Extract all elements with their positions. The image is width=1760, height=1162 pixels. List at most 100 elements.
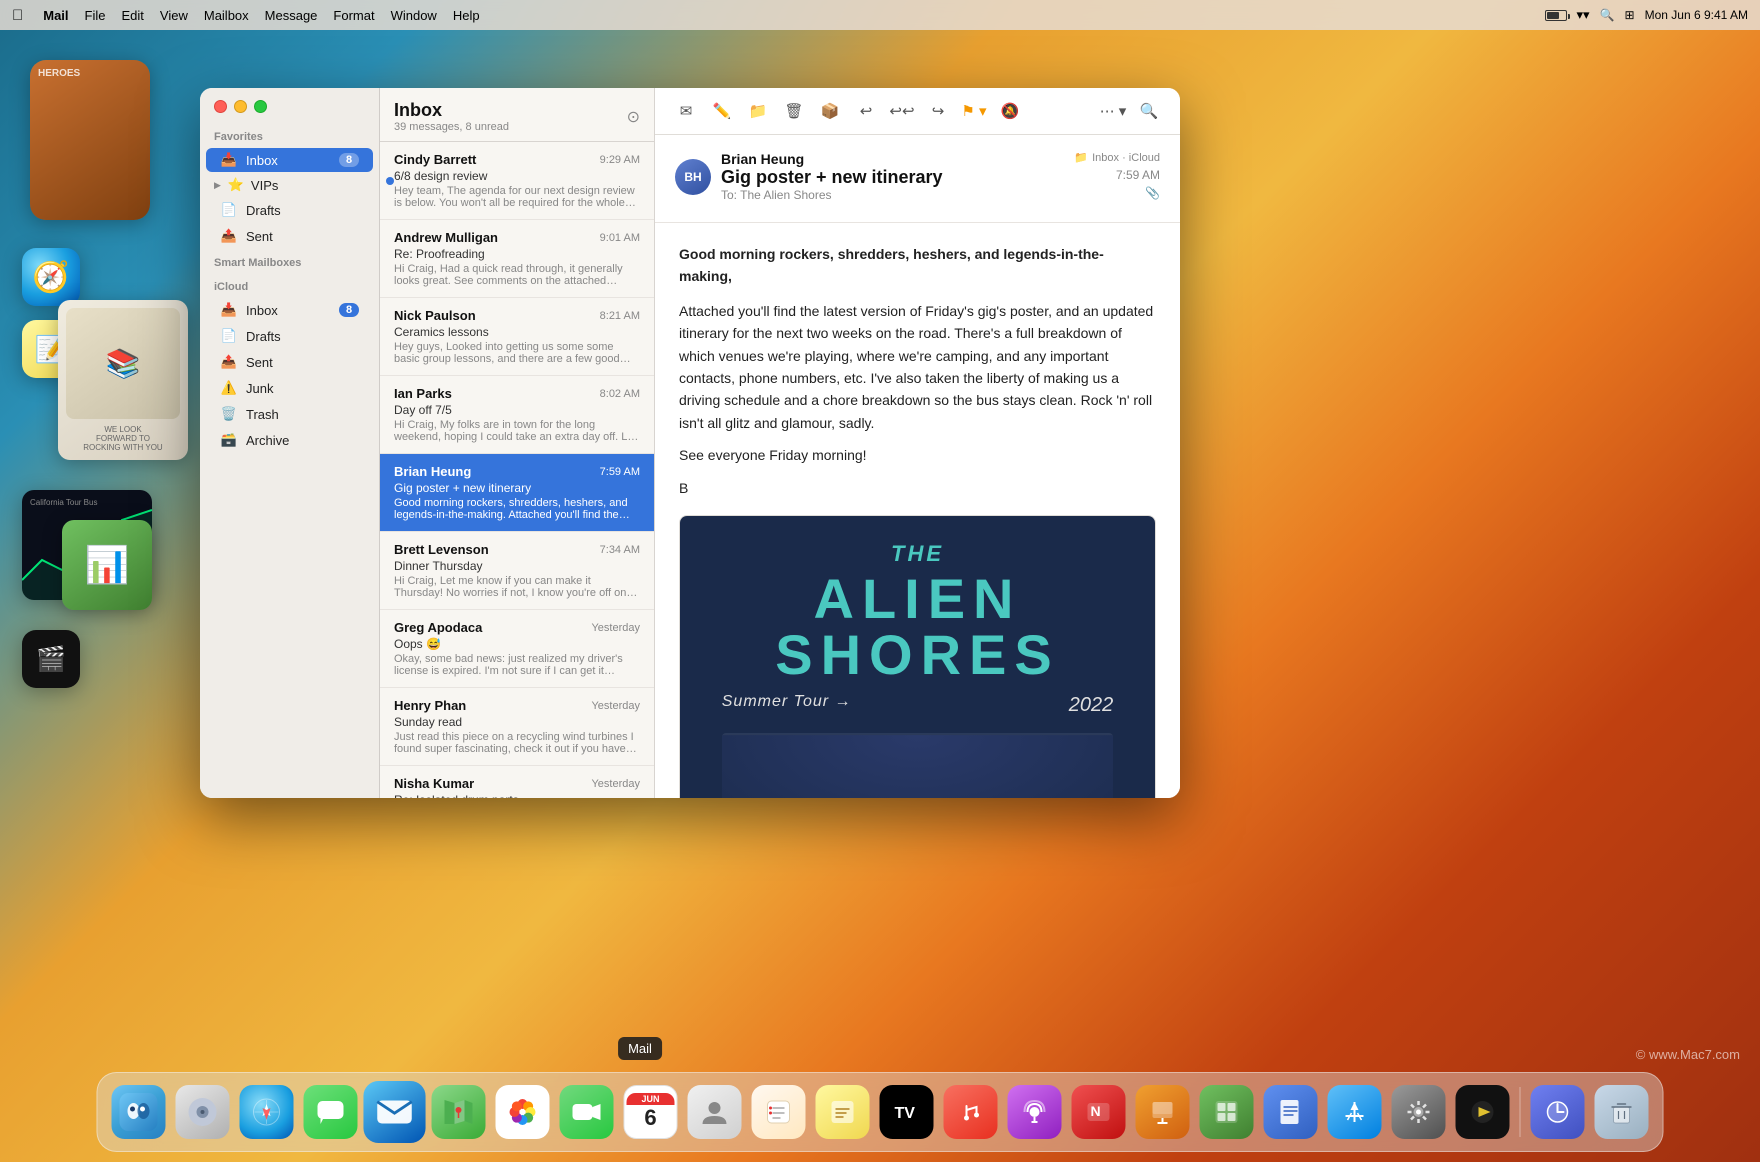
mute-button[interactable]: 🔕 xyxy=(995,96,1025,126)
dock-item-news[interactable]: N xyxy=(1070,1083,1128,1141)
msg-header: Nisha Kumar Yesterday xyxy=(394,776,640,791)
desktop-safari-app[interactable]: 🧭 xyxy=(22,248,80,306)
battery-icon xyxy=(1545,10,1567,21)
message-item-cindy[interactable]: Cindy Barrett 9:29 AM 6/8 design review … xyxy=(380,142,654,220)
dock-item-photos[interactable] xyxy=(494,1083,552,1141)
dock-item-contacts[interactable] xyxy=(686,1083,744,1141)
desktop-heroes-app[interactable]: HEROES xyxy=(30,60,150,220)
message-item-henry[interactable]: Henry Phan Yesterday Sunday read Just re… xyxy=(380,688,654,766)
archive-button[interactable]: 📦 xyxy=(815,96,845,126)
compose-button[interactable]: ✏️ xyxy=(707,96,737,126)
dock-item-pages[interactable] xyxy=(1262,1083,1320,1141)
email-mailbox-label: 📁 Inbox · iCloud xyxy=(1074,151,1160,164)
msg-sender: Nisha Kumar xyxy=(394,776,474,791)
message-item-nisha[interactable]: Nisha Kumar Yesterday Re: Isolated drum … xyxy=(380,766,654,798)
delete-button[interactable]: 🗑 xyxy=(779,96,809,126)
dock-item-facetime[interactable] xyxy=(558,1083,616,1141)
desktop-finalcut-app[interactable]: 🎬 xyxy=(22,630,80,688)
close-button[interactable] xyxy=(214,100,227,113)
sidebar-item-drafts-favorites[interactable]: 📄 Drafts xyxy=(206,198,373,222)
desktop-book-app[interactable]: 📚 WE LOOKFORWARD TOROCKING WITH YOU xyxy=(58,300,188,460)
menubar-message[interactable]: Message xyxy=(265,8,318,23)
dock-item-calendar[interactable]: JUN 6 xyxy=(622,1083,680,1141)
icloud-inbox-badge: 8 xyxy=(339,303,359,317)
search-icon[interactable]: 🔍 xyxy=(1600,8,1615,22)
msg-header: Nick Paulson 8:21 AM xyxy=(394,308,640,323)
msg-header: Andrew Mulligan 9:01 AM xyxy=(394,230,640,245)
menubar-window[interactable]: Window xyxy=(391,8,437,23)
msg-time: 9:01 AM xyxy=(600,232,640,244)
dock-item-maps[interactable] xyxy=(430,1083,488,1141)
sidebar-item-icloud-archive[interactable]: 🗃️ Archive xyxy=(206,428,373,452)
sidebar-item-icloud-sent[interactable]: 📤 Sent xyxy=(206,350,373,374)
email-para2: See everyone Friday morning! xyxy=(679,444,1156,466)
dock-item-finder[interactable] xyxy=(110,1083,168,1141)
message-item-andrew[interactable]: Andrew Mulligan 9:01 AM Re: Proofreading… xyxy=(380,220,654,298)
search-button[interactable]: 🔍 xyxy=(1134,96,1164,126)
menubar-format[interactable]: Format xyxy=(333,8,374,23)
dock-item-appstore[interactable] xyxy=(1326,1083,1384,1141)
sidebar-item-icloud-drafts[interactable]: 📄 Drafts xyxy=(206,324,373,348)
menubar-edit[interactable]: Edit xyxy=(122,8,144,23)
sidebar-item-icloud-inbox[interactable]: 📥 Inbox 8 xyxy=(206,298,373,322)
email-timestamp: 7:59 AM xyxy=(1116,168,1160,182)
menubar-mailbox[interactable]: Mailbox xyxy=(204,8,249,23)
dock-item-finalcut[interactable] xyxy=(1454,1083,1512,1141)
desktop-numbers-app[interactable]: 📊 xyxy=(62,520,152,610)
poster-title-the: THE xyxy=(891,536,944,571)
maximize-button[interactable] xyxy=(254,100,267,113)
sidebar-icloud-trash-label: Trash xyxy=(246,407,359,422)
sidebar-item-sent-favorites[interactable]: 📤 Sent xyxy=(206,224,373,248)
menubar-view[interactable]: View xyxy=(160,8,188,23)
flag-button[interactable]: ⚑ ▾ xyxy=(959,96,989,126)
dock-item-reminders[interactable] xyxy=(750,1083,808,1141)
battery-fill xyxy=(1547,12,1560,19)
msg-sender: Andrew Mulligan xyxy=(394,230,498,245)
icloud-archive-icon: 🗃️ xyxy=(220,432,238,448)
message-item-ian[interactable]: Ian Parks 8:02 AM Day off 7/5 Hi Craig, … xyxy=(380,376,654,454)
dock-item-messages[interactable] xyxy=(302,1083,360,1141)
compose-new-button[interactable]: ✉ xyxy=(671,96,701,126)
mail-icon xyxy=(363,1081,425,1143)
avatar-initials: BH xyxy=(684,170,701,184)
move-button[interactable]: 📁 xyxy=(743,96,773,126)
msg-time: 7:59 AM xyxy=(600,466,640,478)
dock-item-mail[interactable] xyxy=(361,1079,428,1146)
dock-item-podcasts[interactable] xyxy=(1006,1083,1064,1141)
dock-item-safari[interactable] xyxy=(238,1083,296,1141)
message-item-greg[interactable]: Greg Apodaca Yesterday Oops 😅 Okay, some… xyxy=(380,610,654,688)
menubar-app-name[interactable]: Mail xyxy=(43,8,68,23)
menubar-file[interactable]: File xyxy=(85,8,106,23)
dock-item-keynote[interactable] xyxy=(1134,1083,1192,1141)
sidebar-item-icloud-trash[interactable]: 🗑️ Trash xyxy=(206,402,373,426)
dock-item-trash[interactable] xyxy=(1593,1083,1651,1141)
dock-item-screentime[interactable] xyxy=(1529,1083,1587,1141)
apple-logo-icon[interactable]:  xyxy=(12,7,23,24)
email-attachment: THE ALIEN SHORES Summer Tour → 2022 xyxy=(679,515,1156,798)
more-actions-button[interactable]: ⋯ ▾ xyxy=(1098,96,1128,126)
sidebar-item-icloud-junk[interactable]: ⚠️ Junk xyxy=(206,376,373,400)
reply-button[interactable]: ↩ xyxy=(851,96,881,126)
dock-item-notes[interactable] xyxy=(814,1083,872,1141)
dock-item-systemprefs[interactable] xyxy=(1390,1083,1448,1141)
menubar-help[interactable]: Help xyxy=(453,8,480,23)
minimize-button[interactable] xyxy=(234,100,247,113)
mail-window: Favorites 📥 Inbox 8 ▶ ⭐ VIPs 📄 Drafts 📤 … xyxy=(200,88,1180,798)
unread-dot xyxy=(386,177,394,185)
reply-all-button[interactable]: ↩↩ xyxy=(887,96,917,126)
forward-button[interactable]: ↪ xyxy=(923,96,953,126)
dock-item-launchpad[interactable] xyxy=(174,1083,232,1141)
calendar-icon: JUN 6 xyxy=(624,1085,678,1139)
dock-item-music[interactable] xyxy=(942,1083,1000,1141)
filter-button[interactable]: ⊙ xyxy=(627,107,640,127)
sidebar-item-vips[interactable]: ▶ ⭐ VIPs xyxy=(200,173,379,197)
message-item-brian[interactable]: Brian Heung 7:59 AM Gig poster + new iti… xyxy=(380,454,654,532)
control-center-icon[interactable]: ⊞ xyxy=(1625,8,1635,22)
message-item-brett[interactable]: Brett Levenson 7:34 AM Dinner Thursday H… xyxy=(380,532,654,610)
sidebar-item-inbox-favorites[interactable]: 📥 Inbox 8 xyxy=(206,148,373,172)
reminders-icon xyxy=(752,1085,806,1139)
dock-item-tv[interactable]: TV xyxy=(878,1083,936,1141)
dock-item-numbers[interactable] xyxy=(1198,1083,1256,1141)
message-item-nick[interactable]: Nick Paulson 8:21 AM Ceramics lessons He… xyxy=(380,298,654,376)
msg-header: Ian Parks 8:02 AM xyxy=(394,386,640,401)
